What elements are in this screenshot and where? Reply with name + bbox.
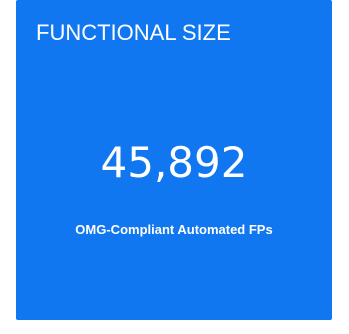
tile-title: FUNCTIONAL SIZE (36, 20, 231, 45)
tile-caption: OMG-Compliant Automated FPs (75, 222, 273, 237)
functional-size-tile: FUNCTIONAL SIZE 45,892 OMG-Compliant Aut… (16, 0, 332, 320)
functional-size-value: 45,892 (100, 138, 248, 187)
